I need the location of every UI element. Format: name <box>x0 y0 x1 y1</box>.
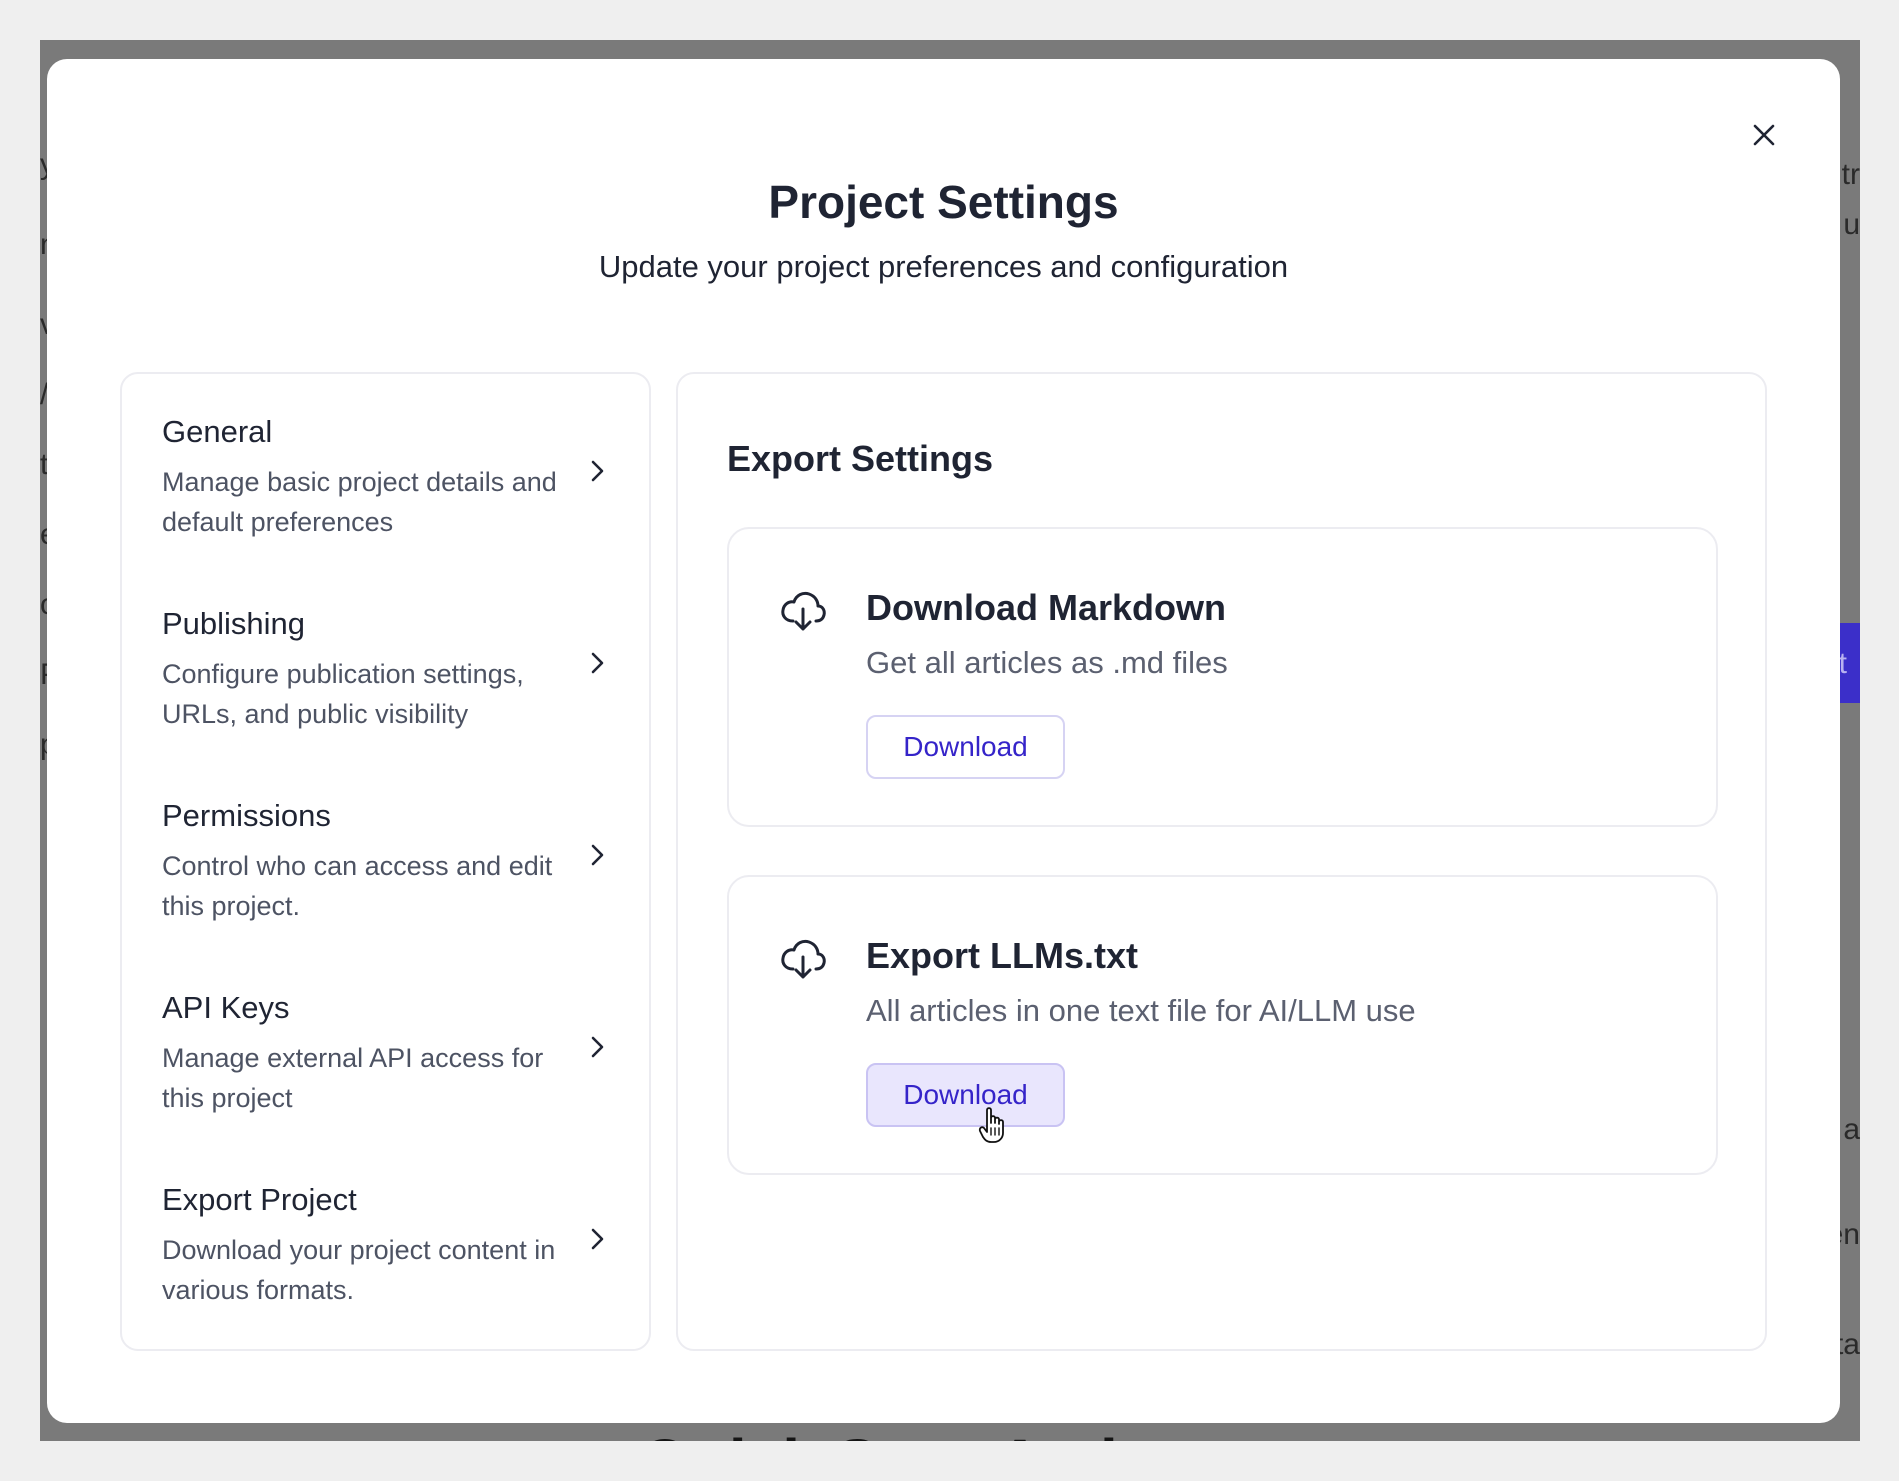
project-settings-modal: Project Settings Update your project pre… <box>47 59 1840 1423</box>
export-option-description: Get all articles as .md files <box>866 645 1228 680</box>
modal-subtitle: Update your project preferences and conf… <box>598 249 1289 284</box>
nav-item-description: Manage external API access for this proj… <box>162 1043 544 1113</box>
nav-item-description: Manage basic project details and default… <box>162 467 557 537</box>
export-option-llms-txt: Export LLMs.txt All articles in one text… <box>727 875 1718 1175</box>
nav-item-general[interactable]: General Manage basic project details and… <box>122 374 649 566</box>
download-llms-txt-button[interactable]: Download <box>866 1063 1065 1127</box>
export-option-title: Download Markdown <box>866 587 1226 628</box>
background-text: tr <box>1841 158 1860 191</box>
background-heading: Quick Start Actions <box>640 1425 1232 1441</box>
nav-item-publishing[interactable]: Publishing Configure publication setting… <box>122 566 649 758</box>
nav-item-label: Publishing <box>162 606 306 641</box>
nav-item-export-project[interactable]: Export Project Download your project con… <box>122 1142 649 1334</box>
nav-item-label: General <box>162 414 273 449</box>
export-option-markdown: Download Markdown Get all articles as .m… <box>727 527 1718 827</box>
export-option-description: All articles in one text file for AI/LLM… <box>866 993 1416 1028</box>
chevron-right-icon <box>591 652 604 674</box>
nav-item-label: Export Project <box>162 1182 357 1217</box>
chevron-right-icon <box>591 1228 604 1250</box>
nav-item-permissions[interactable]: Permissions Control who can access and e… <box>122 758 649 950</box>
background-text: a <box>1843 1113 1860 1146</box>
nav-item-description: Download your project content in various… <box>162 1235 556 1305</box>
chevron-right-icon <box>591 844 604 866</box>
background-text: u <box>1843 208 1860 241</box>
nav-item-description: Control who can access and edit this pro… <box>162 851 553 921</box>
nav-item-description: Configure publication settings, URLs, an… <box>162 659 524 729</box>
chevron-right-icon <box>591 460 604 482</box>
download-markdown-button[interactable]: Download <box>866 715 1065 779</box>
export-settings-panel: Export Settings Download Markdown Get al… <box>676 372 1767 1351</box>
export-option-title: Export LLMs.txt <box>866 935 1139 976</box>
chevron-right-icon <box>591 1036 604 1058</box>
nav-item-label: API Keys <box>162 990 290 1025</box>
nav-item-api-keys[interactable]: API Keys Manage external API access for … <box>122 950 649 1142</box>
hand-pointer-icon <box>978 1107 1004 1143</box>
cloud-download-icon <box>781 939 826 979</box>
section-title: Export Settings <box>727 438 994 479</box>
nav-item-label: Permissions <box>162 798 331 833</box>
close-icon <box>1753 124 1775 146</box>
modal-title: Project Settings <box>768 176 1119 228</box>
cloud-download-icon <box>781 591 826 631</box>
settings-nav: General Manage basic project details and… <box>120 372 651 1351</box>
close-button[interactable] <box>1744 115 1784 155</box>
